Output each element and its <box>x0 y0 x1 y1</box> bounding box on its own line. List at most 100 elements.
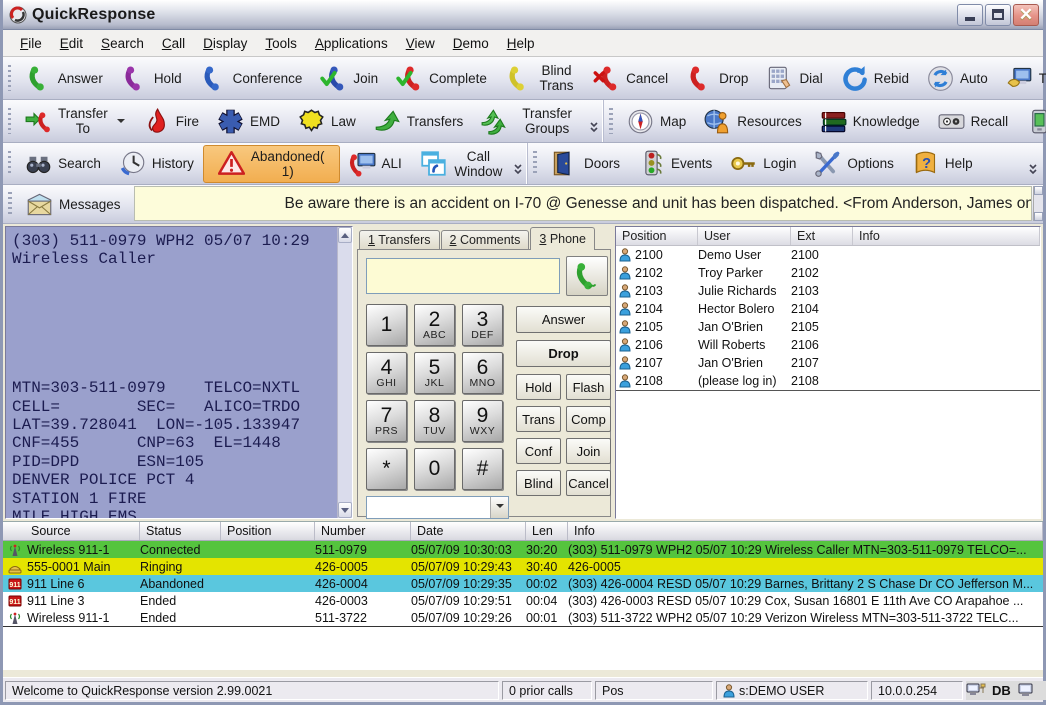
pad-join-button[interactable]: Join <box>566 438 611 464</box>
toolbar-grip[interactable] <box>8 192 12 216</box>
col-user[interactable]: User <box>698 227 791 245</box>
col-number[interactable]: Number <box>315 522 411 540</box>
pad-answer-button[interactable]: Answer <box>516 306 611 333</box>
menu-call[interactable]: Call <box>153 33 194 54</box>
scroll-up-button[interactable] <box>338 227 352 243</box>
col-source[interactable]: Source <box>3 522 140 540</box>
pad-flash-button[interactable]: Flash <box>566 374 611 400</box>
key-5[interactable]: 5JKL <box>414 352 455 394</box>
key-3[interactable]: 3DEF <box>462 304 503 346</box>
options-button[interactable]: Options <box>805 147 903 181</box>
pad-drop-button[interactable]: Drop <box>516 340 611 367</box>
messages-button[interactable]: Messages <box>17 187 130 221</box>
fire-button[interactable]: Fire <box>134 104 208 138</box>
law-button[interactable]: Law <box>289 104 365 138</box>
events-button[interactable]: Events <box>629 147 721 181</box>
position-row[interactable]: 2105 Jan O'Brien2105 <box>616 318 1040 336</box>
toolbar-grip[interactable] <box>8 151 11 177</box>
help-button[interactable]: ? Help <box>903 147 982 181</box>
toolbar-overflow-chevron-icon[interactable] <box>1027 149 1039 179</box>
position-row[interactable]: 2106 Will Roberts2106 <box>616 336 1040 354</box>
toolbar-overflow-chevron-icon[interactable] <box>589 106 599 136</box>
search-button[interactable]: Search <box>16 147 110 181</box>
menu-edit[interactable]: Edit <box>51 33 92 54</box>
menu-tools[interactable]: Tools <box>256 33 306 54</box>
place-call-button[interactable] <box>566 256 608 296</box>
combo-dropdown-button[interactable] <box>490 497 508 518</box>
call-row[interactable]: 555-0001 Main Ringing 426-0005 05/07/09 … <box>3 558 1043 575</box>
menu-view[interactable]: View <box>397 33 444 54</box>
minimize-button[interactable] <box>957 4 983 26</box>
pad-cancel-button[interactable]: Cancel <box>566 470 611 496</box>
col-position[interactable]: Position <box>616 227 698 245</box>
conference-button[interactable]: Conference <box>191 61 312 95</box>
drop-button[interactable]: Drop <box>677 61 757 95</box>
scroll-down-button[interactable] <box>338 502 352 518</box>
login-button[interactable]: Login <box>721 147 805 181</box>
key-1[interactable]: 1 <box>366 304 407 346</box>
history-button[interactable]: History <box>110 147 203 181</box>
key-2[interactable]: 2ABC <box>414 304 455 346</box>
ali-button[interactable]: ALI <box>340 147 411 181</box>
position-row[interactable]: 2107 Jan O'Brien2107 <box>616 354 1040 372</box>
col-len[interactable]: Len <box>526 522 568 540</box>
knowledge-button[interactable]: Knowledge <box>811 104 929 138</box>
position-row[interactable]: 2108 (please log in)2108 <box>616 372 1040 390</box>
key-4[interactable]: 4GHI <box>366 352 407 394</box>
abandoned-button[interactable]: Abandoned( 1) <box>203 145 340 183</box>
menu-search[interactable]: Search <box>92 33 153 54</box>
tdd-button[interactable]: TDD <box>997 61 1046 95</box>
call-row[interactable]: Wireless 911-1 Ended 511-3722 05/07/09 1… <box>3 609 1043 626</box>
pad-hold-button[interactable]: Hold <box>516 374 561 400</box>
pad-comp-button[interactable]: Comp <box>566 406 611 432</box>
call-row[interactable]: 911 911 Line 6 Abandoned 426-0004 05/07/… <box>3 575 1043 592</box>
transfer-groups-button[interactable]: Transfer Groups <box>472 104 589 138</box>
toolbar-grip[interactable] <box>533 151 537 177</box>
pad-blind-button[interactable]: Blind <box>516 470 561 496</box>
col-info[interactable]: Info <box>853 227 1040 245</box>
ali-scrollbar[interactable] <box>337 227 352 518</box>
position-row[interactable]: 2104 Hector Bolero2104 <box>616 300 1040 318</box>
blind-trans-button[interactable]: Blind Trans <box>496 61 584 95</box>
join-button[interactable]: Join <box>311 61 387 95</box>
position-row[interactable]: 2103 Julie Richards2103 <box>616 282 1040 300</box>
call-window-button[interactable]: Call Window <box>411 147 513 181</box>
col-info[interactable]: Info <box>568 522 1043 540</box>
auto-button[interactable]: Auto <box>918 61 997 95</box>
position-row[interactable]: 2102 Troy Parker2102 <box>616 264 1040 282</box>
transfers-button[interactable]: Transfers <box>365 104 473 138</box>
key-7[interactable]: 7PRS <box>366 400 407 442</box>
key-0[interactable]: 0 <box>414 448 455 490</box>
computer-icon[interactable] <box>1017 682 1035 698</box>
toolbar-grip[interactable] <box>8 65 11 92</box>
number-combo[interactable] <box>366 496 509 519</box>
menu-help[interactable]: Help <box>498 33 544 54</box>
emd-button[interactable]: EMD <box>208 104 289 138</box>
close-button[interactable]: ✕ <box>1013 4 1039 26</box>
complete-button[interactable]: Complete <box>387 61 496 95</box>
hold-button[interactable]: Hold <box>112 61 191 95</box>
tab-comments[interactable]: 2 Comments <box>441 230 530 250</box>
col-position[interactable]: Position <box>221 522 315 540</box>
answer-button[interactable]: Answer <box>16 61 112 95</box>
key-9[interactable]: 9WXY <box>462 400 503 442</box>
key-8[interactable]: 8TUV <box>414 400 455 442</box>
col-ext[interactable]: Ext <box>791 227 853 245</box>
tab-transfers[interactable]: 1 Transfers <box>359 230 440 250</box>
dial-button[interactable]: Dial <box>757 61 831 95</box>
pad-trans-button[interactable]: Trans <box>516 406 561 432</box>
menu-display[interactable]: Display <box>194 33 256 54</box>
menu-file[interactable]: File <box>11 33 51 54</box>
banner-scrollbar[interactable] <box>1033 186 1043 221</box>
position-row[interactable]: 2100 Demo User2100 <box>616 246 1040 264</box>
cancel-button[interactable]: Cancel <box>584 61 677 95</box>
map-button[interactable]: Map <box>618 104 695 138</box>
toolbar-grip[interactable] <box>8 108 11 135</box>
menu-applications[interactable]: Applications <box>306 33 397 54</box>
resources-button[interactable]: Resources <box>695 104 811 138</box>
toolbar-grip[interactable] <box>609 108 613 135</box>
key-pound[interactable]: # <box>462 448 503 490</box>
network-computer-icon[interactable] <box>966 682 986 698</box>
call-row[interactable]: Wireless 911-1 Connected 511-0979 05/07/… <box>3 541 1043 558</box>
pad-conf-button[interactable]: Conf <box>516 438 561 464</box>
